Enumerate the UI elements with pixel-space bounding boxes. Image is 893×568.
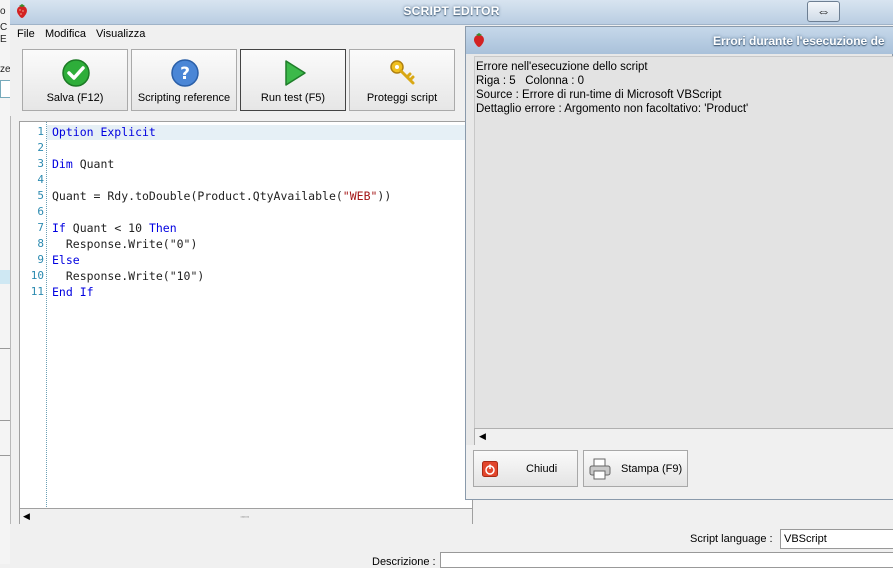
code-line: Response.Write("10") (52, 269, 204, 283)
code-line: If Quant < 10 Then (52, 221, 177, 235)
error-dialog-title: Errori durante l'esecuzione de (713, 34, 885, 48)
toolbar: Salva (F12) ? Scripting reference Run te… (10, 44, 470, 116)
svg-text:?: ? (180, 64, 190, 84)
menu-edit[interactable]: Modifica (45, 28, 86, 40)
line-number: 4 (37, 173, 44, 186)
code-keyword: Dim (52, 157, 73, 171)
line-number: 10 (30, 269, 44, 282)
code-line: Dim Quant (52, 157, 114, 171)
scripting-reference-button[interactable]: ? Scripting reference (131, 49, 237, 111)
line-number-gutter: 1 2 3 4 5 6 7 8 9 10 11 (20, 122, 47, 509)
line-number: 6 (37, 205, 44, 218)
save-label: Salva (F12) (46, 92, 104, 104)
line-number: 5 (37, 189, 44, 202)
code-text: )) (377, 189, 392, 203)
code-line: Else (52, 253, 80, 267)
run-test-button[interactable]: Run test (F5) (240, 49, 346, 111)
code-keyword: End If (52, 285, 94, 299)
code-text: Response.Write("10") (52, 269, 205, 283)
close-label: Chiudi (526, 463, 558, 475)
power-icon (482, 461, 498, 477)
code-keyword: Then (148, 221, 177, 235)
description-label: Descrizione : (372, 556, 436, 568)
scroll-left-icon[interactable]: ◀ (479, 431, 486, 442)
print-label: Stampa (F9) (621, 463, 683, 475)
play-icon (285, 60, 306, 86)
protect-label: Proteggi script (366, 92, 438, 104)
error-horizontal-scrollbar[interactable]: ◀ (474, 428, 893, 446)
background-text: E (0, 34, 7, 45)
editor-horizontal-scrollbar[interactable]: ◀ ∙∙∙∙∙∙∙ (19, 508, 473, 525)
code-keyword: Else (52, 253, 80, 267)
line-number: 3 (37, 157, 44, 170)
code-line: Option Explicit (52, 125, 156, 139)
error-line: Riga : 5 Colonna : 0 (476, 75, 585, 87)
error-line: Source : Errore di run-time di Microsoft… (476, 89, 722, 101)
code-line: End If (52, 285, 94, 299)
menu-view[interactable]: Visualizza (96, 28, 145, 40)
line-number: 9 (37, 253, 44, 266)
background-text: o (0, 6, 6, 17)
code-line: Quant = Rdy.toDouble(Product.QtyAvailabl… (52, 189, 391, 203)
restore-button[interactable]: ⇔ (807, 1, 840, 22)
print-button[interactable]: Stampa (F9) (583, 450, 688, 487)
strawberry-icon (17, 4, 27, 18)
menu-file[interactable]: File (17, 28, 35, 40)
run-label: Run test (F5) (260, 92, 326, 104)
background-text: C (0, 22, 8, 33)
code-text: Quant = Rdy.toDouble(Product.QtyAvailabl… (52, 189, 343, 203)
background-text: ze (0, 64, 11, 75)
code-text: Response.Write("0") (52, 237, 198, 251)
close-button[interactable]: Chiudi (473, 450, 578, 487)
code-keyword: If (52, 221, 66, 235)
strawberry-icon (474, 33, 484, 47)
reference-label: Scripting reference (137, 92, 231, 104)
title-bar: SCRIPT EDITOR (10, 0, 893, 25)
scroll-left-icon[interactable]: ◀ (23, 511, 30, 522)
resize-arrows-icon: ⇔ (816, 3, 831, 19)
error-dialog-title-bar: Errori durante l'esecuzione de (466, 27, 893, 54)
printer-icon (589, 458, 611, 480)
code-string: "WEB" (342, 189, 378, 203)
checkmark-icon (62, 59, 90, 87)
line-number: 11 (30, 285, 44, 298)
script-language-value: VBScript (784, 533, 827, 545)
code-text: Quant (72, 157, 115, 171)
key-icon (390, 60, 415, 85)
code-editor[interactable]: 1 2 3 4 5 6 7 8 9 10 11 Option Explicit Dim Quant Qu… (19, 121, 473, 510)
code-keyword: Option Explicit (52, 125, 156, 139)
background-selected-row (0, 270, 10, 284)
line-number: 7 (37, 221, 44, 234)
script-language-label: Script language : (690, 533, 773, 545)
error-line: Dettaglio errore : Argomento non facolta… (476, 103, 749, 115)
scroll-thumb-grip[interactable]: ∙∙∙∙∙∙∙ (240, 512, 250, 521)
protect-script-button[interactable]: Proteggi script (349, 49, 455, 111)
save-button[interactable]: Salva (F12) (22, 49, 128, 111)
code-text: Quant < 10 (65, 221, 149, 235)
window-title: SCRIPT EDITOR (403, 4, 500, 18)
description-field[interactable] (440, 552, 893, 568)
error-line: Errore nell'esecuzione dello script (476, 61, 648, 73)
code-line: Response.Write("0") (52, 237, 198, 251)
line-number: 1 (37, 125, 44, 138)
help-icon: ? (171, 59, 199, 87)
line-number: 8 (37, 237, 44, 250)
line-number: 2 (37, 141, 44, 154)
